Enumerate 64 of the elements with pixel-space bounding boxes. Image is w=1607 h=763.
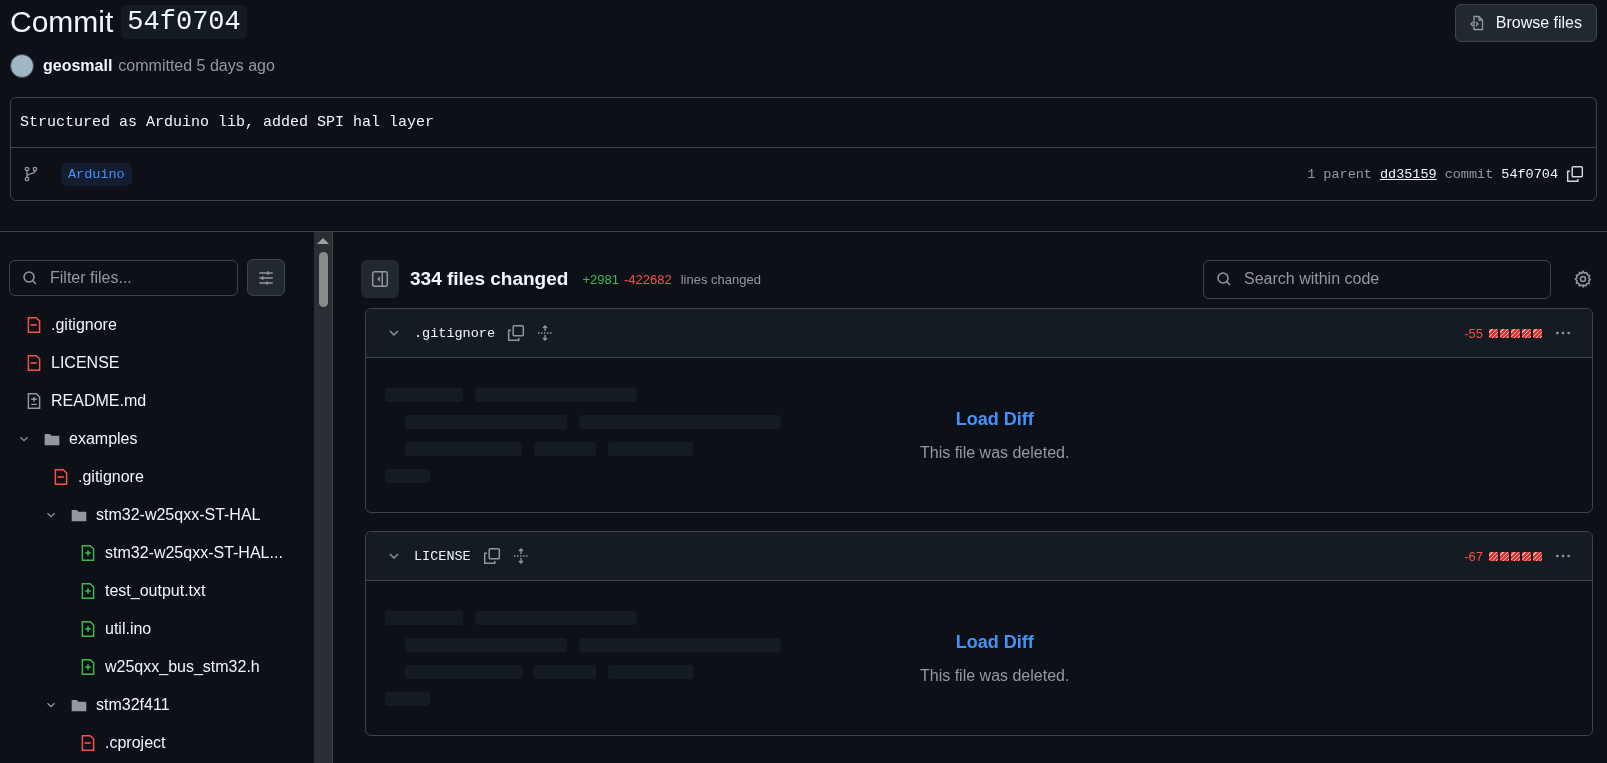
file-removed-icon bbox=[52, 468, 70, 486]
tree-item[interactable]: examples bbox=[9, 420, 314, 458]
file-code-icon bbox=[1469, 15, 1486, 31]
sliders-icon bbox=[257, 268, 275, 287]
tree-item[interactable]: LICENSE bbox=[9, 344, 314, 382]
additions-count: +2981 bbox=[582, 271, 619, 287]
deletions-count: -55 bbox=[1464, 325, 1483, 341]
tree-item[interactable]: .cproject bbox=[9, 724, 314, 762]
deletions-count: -67 bbox=[1464, 548, 1483, 564]
load-diff-link[interactable]: Load Diff bbox=[955, 408, 1034, 430]
tree-item[interactable]: util.ino bbox=[9, 610, 314, 648]
branch-icon bbox=[23, 166, 39, 182]
copy-icon[interactable] bbox=[1566, 165, 1584, 183]
diffstat-drawing bbox=[1489, 328, 1542, 338]
avatar[interactable] bbox=[10, 54, 34, 78]
page-title: Commit bbox=[10, 5, 114, 39]
tree-item[interactable]: README.md bbox=[9, 382, 314, 420]
tree-item[interactable]: stm32-w25qxx-ST-HAL bbox=[9, 496, 314, 534]
deleted-note: This file was deleted. bbox=[920, 443, 1070, 462]
tree-item[interactable]: stm32f411 bbox=[9, 686, 314, 724]
file-added-icon bbox=[79, 620, 97, 638]
file-removed-icon bbox=[25, 354, 43, 372]
parent-label: 1 parent bbox=[1307, 166, 1372, 182]
sidebar-icon bbox=[371, 270, 389, 288]
commit-label: commit bbox=[1444, 166, 1494, 182]
commit-hash: 54f0704 bbox=[121, 5, 247, 39]
settings-icon[interactable] bbox=[1574, 270, 1592, 288]
file-diff-icon bbox=[25, 392, 43, 410]
files-changed-count: 334 files changed bbox=[410, 268, 569, 290]
scrollbar[interactable] bbox=[314, 232, 332, 763]
commit-time: committed 5 days ago bbox=[118, 57, 275, 75]
file-removed-icon bbox=[25, 316, 43, 334]
scroll-up-arrow-icon[interactable] bbox=[317, 238, 329, 244]
commit-hash: 54f0704 bbox=[1501, 166, 1558, 182]
tree-item[interactable]: test_output.txt bbox=[9, 572, 314, 610]
copy-icon[interactable] bbox=[482, 547, 501, 565]
filter-options-button[interactable] bbox=[247, 259, 285, 296]
expand-icon[interactable] bbox=[537, 325, 553, 341]
toggle-sidebar-button[interactable] bbox=[361, 260, 399, 298]
load-diff-link[interactable]: Load Diff bbox=[955, 631, 1034, 653]
filter-files-field[interactable]: Filter files... bbox=[9, 259, 238, 296]
parent-hash-link[interactable]: dd35159 bbox=[1379, 166, 1437, 182]
copy-icon[interactable] bbox=[507, 324, 525, 342]
lines-changed-label: lines changed bbox=[680, 271, 761, 287]
author-name[interactable]: geosmall bbox=[43, 57, 113, 75]
file-added-icon bbox=[79, 582, 97, 600]
file-added-icon bbox=[79, 544, 97, 562]
tree-item[interactable]: stm32-w25qxx-ST-HAL... bbox=[9, 534, 314, 572]
file-name[interactable]: .gitignore bbox=[414, 325, 495, 341]
search-code-field[interactable]: Search within code bbox=[1203, 259, 1551, 299]
tree-item[interactable]: w25qxx_bus_stm32.h bbox=[9, 648, 314, 686]
branch-tag[interactable]: Arduino bbox=[61, 162, 132, 186]
scrollbar-thumb[interactable] bbox=[318, 252, 328, 307]
expand-icon[interactable] bbox=[512, 548, 529, 564]
diffstat-drawing bbox=[1489, 551, 1542, 561]
tree-item[interactable]: .gitignore bbox=[9, 306, 314, 344]
file-added-icon bbox=[79, 658, 97, 676]
file-name[interactable]: LICENSE bbox=[414, 548, 471, 564]
tree-item[interactable]: .gitignore bbox=[9, 458, 314, 496]
file-removed-icon bbox=[79, 734, 97, 752]
deleted-note: This file was deleted. bbox=[920, 666, 1070, 685]
deletions-count: -422682 bbox=[623, 271, 672, 287]
commit-message: Structured as Arduino lib, added SPI hal layer bbox=[11, 98, 1596, 148]
browse-files-button[interactable]: Browse files bbox=[1454, 4, 1597, 42]
